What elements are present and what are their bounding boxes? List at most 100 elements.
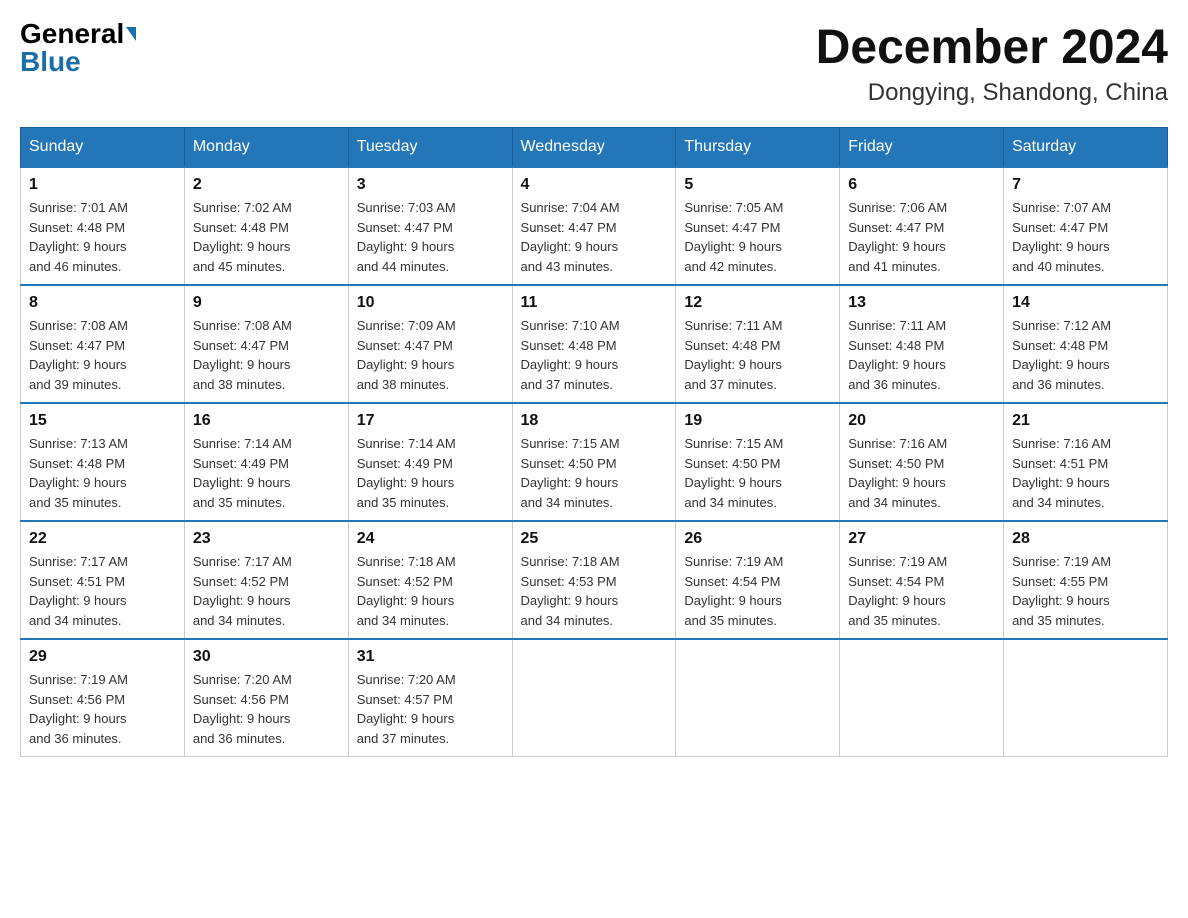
day-info: Sunrise: 7:14 AMSunset: 4:49 PMDaylight:… bbox=[357, 434, 504, 512]
week-row-2: 8 Sunrise: 7:08 AMSunset: 4:47 PMDaylight… bbox=[21, 285, 1168, 403]
day-cell-22: 22 Sunrise: 7:17 AMSunset: 4:51 PMDayligh… bbox=[21, 521, 185, 639]
day-cell-21: 21 Sunrise: 7:16 AMSunset: 4:51 PMDayligh… bbox=[1004, 403, 1168, 521]
day-info: Sunrise: 7:14 AMSunset: 4:49 PMDaylight:… bbox=[193, 434, 340, 512]
week-row-1: 1Sunrise: 7:01 AMSunset: 4:48 PMDaylight… bbox=[21, 167, 1168, 285]
day-number: 29 bbox=[29, 648, 176, 666]
day-info: Sunrise: 7:10 AMSunset: 4:48 PMDaylight:… bbox=[521, 316, 668, 394]
day-number: 8 bbox=[29, 294, 176, 312]
empty-cell bbox=[676, 639, 840, 757]
day-cell-19: 19 Sunrise: 7:15 AMSunset: 4:50 PMDayligh… bbox=[676, 403, 840, 521]
day-cell-4: 4Sunrise: 7:04 AMSunset: 4:47 PMDaylight… bbox=[512, 167, 676, 285]
day-info: Sunrise: 7:19 AMSunset: 4:54 PMDaylight:… bbox=[684, 552, 831, 630]
day-info: Sunrise: 7:16 AMSunset: 4:51 PMDaylight:… bbox=[1012, 434, 1159, 512]
location-title: Dongying, Shandong, China bbox=[816, 79, 1168, 107]
day-cell-14: 14 Sunrise: 7:12 AMSunset: 4:48 PMDayligh… bbox=[1004, 285, 1168, 403]
day-cell-15: 15 Sunrise: 7:13 AMSunset: 4:48 PMDayligh… bbox=[21, 403, 185, 521]
month-title: December 2024 bbox=[816, 20, 1168, 75]
day-info: Sunrise: 7:16 AMSunset: 4:50 PMDaylight:… bbox=[848, 434, 995, 512]
day-cell-23: 23 Sunrise: 7:17 AMSunset: 4:52 PMDayligh… bbox=[184, 521, 348, 639]
day-info: Sunrise: 7:20 AMSunset: 4:57 PMDaylight:… bbox=[357, 670, 504, 748]
day-number: 10 bbox=[357, 294, 504, 312]
weekday-header-tuesday: Tuesday bbox=[348, 128, 512, 168]
day-cell-12: 12 Sunrise: 7:11 AMSunset: 4:48 PMDayligh… bbox=[676, 285, 840, 403]
calendar-table: SundayMondayTuesdayWednesdayThursdayFrid… bbox=[20, 127, 1168, 757]
empty-cell bbox=[512, 639, 676, 757]
day-number: 9 bbox=[193, 294, 340, 312]
day-cell-30: 30Sunrise: 7:20 AMSunset: 4:56 PMDayligh… bbox=[184, 639, 348, 757]
day-info: Sunrise: 7:15 AMSunset: 4:50 PMDaylight:… bbox=[684, 434, 831, 512]
day-cell-5: 5Sunrise: 7:05 AMSunset: 4:47 PMDaylight… bbox=[676, 167, 840, 285]
day-info: Sunrise: 7:11 AMSunset: 4:48 PMDaylight:… bbox=[848, 316, 995, 394]
day-info: Sunrise: 7:12 AMSunset: 4:48 PMDaylight:… bbox=[1012, 316, 1159, 394]
day-number: 3 bbox=[357, 176, 504, 194]
day-number: 17 bbox=[357, 412, 504, 430]
day-number: 28 bbox=[1012, 530, 1159, 548]
day-cell-20: 20 Sunrise: 7:16 AMSunset: 4:50 PMDayligh… bbox=[840, 403, 1004, 521]
day-number: 16 bbox=[193, 412, 340, 430]
day-info: Sunrise: 7:08 AMSunset: 4:47 PMDaylight:… bbox=[29, 316, 176, 394]
day-info: Sunrise: 7:17 AMSunset: 4:52 PMDaylight:… bbox=[193, 552, 340, 630]
day-number: 6 bbox=[848, 176, 995, 194]
logo: General Blue bbox=[20, 20, 136, 76]
day-info: Sunrise: 7:03 AMSunset: 4:47 PMDaylight:… bbox=[357, 198, 504, 276]
day-cell-31: 31Sunrise: 7:20 AMSunset: 4:57 PMDayligh… bbox=[348, 639, 512, 757]
weekday-header-friday: Friday bbox=[840, 128, 1004, 168]
weekday-header-wednesday: Wednesday bbox=[512, 128, 676, 168]
day-number: 24 bbox=[357, 530, 504, 548]
day-info: Sunrise: 7:18 AMSunset: 4:52 PMDaylight:… bbox=[357, 552, 504, 630]
day-number: 4 bbox=[521, 176, 668, 194]
day-info: Sunrise: 7:15 AMSunset: 4:50 PMDaylight:… bbox=[521, 434, 668, 512]
day-cell-13: 13 Sunrise: 7:11 AMSunset: 4:48 PMDayligh… bbox=[840, 285, 1004, 403]
day-info: Sunrise: 7:07 AMSunset: 4:47 PMDaylight:… bbox=[1012, 198, 1159, 276]
day-info: Sunrise: 7:06 AMSunset: 4:47 PMDaylight:… bbox=[848, 198, 995, 276]
day-number: 27 bbox=[848, 530, 995, 548]
weekday-header-monday: Monday bbox=[184, 128, 348, 168]
weekday-header-thursday: Thursday bbox=[676, 128, 840, 168]
day-cell-29: 29 Sunrise: 7:19 AMSunset: 4:56 PMDayligh… bbox=[21, 639, 185, 757]
day-info: Sunrise: 7:09 AMSunset: 4:47 PMDaylight:… bbox=[357, 316, 504, 394]
day-cell-17: 17 Sunrise: 7:14 AMSunset: 4:49 PMDayligh… bbox=[348, 403, 512, 521]
day-cell-10: 10 Sunrise: 7:09 AMSunset: 4:47 PMDayligh… bbox=[348, 285, 512, 403]
day-info: Sunrise: 7:05 AMSunset: 4:47 PMDaylight:… bbox=[684, 198, 831, 276]
day-number: 19 bbox=[684, 412, 831, 430]
day-number: 20 bbox=[848, 412, 995, 430]
day-info: Sunrise: 7:02 AMSunset: 4:48 PMDaylight:… bbox=[193, 198, 340, 276]
day-number: 2 bbox=[193, 176, 340, 194]
day-cell-11: 11 Sunrise: 7:10 AMSunset: 4:48 PMDayligh… bbox=[512, 285, 676, 403]
day-cell-27: 27Sunrise: 7:19 AMSunset: 4:54 PMDayligh… bbox=[840, 521, 1004, 639]
day-info: Sunrise: 7:11 AMSunset: 4:48 PMDaylight:… bbox=[684, 316, 831, 394]
day-number: 14 bbox=[1012, 294, 1159, 312]
day-number: 1 bbox=[29, 176, 176, 194]
day-number: 22 bbox=[29, 530, 176, 548]
day-cell-8: 8 Sunrise: 7:08 AMSunset: 4:47 PMDaylight… bbox=[21, 285, 185, 403]
day-info: Sunrise: 7:20 AMSunset: 4:56 PMDaylight:… bbox=[193, 670, 340, 748]
day-cell-2: 2 Sunrise: 7:02 AMSunset: 4:48 PMDaylight… bbox=[184, 167, 348, 285]
day-info: Sunrise: 7:17 AMSunset: 4:51 PMDaylight:… bbox=[29, 552, 176, 630]
weekday-header-sunday: Sunday bbox=[21, 128, 185, 168]
day-number: 26 bbox=[684, 530, 831, 548]
day-cell-16: 16 Sunrise: 7:14 AMSunset: 4:49 PMDayligh… bbox=[184, 403, 348, 521]
day-cell-9: 9Sunrise: 7:08 AMSunset: 4:47 PMDaylight… bbox=[184, 285, 348, 403]
day-number: 11 bbox=[521, 294, 668, 312]
day-cell-18: 18Sunrise: 7:15 AMSunset: 4:50 PMDayligh… bbox=[512, 403, 676, 521]
day-number: 21 bbox=[1012, 412, 1159, 430]
day-number: 23 bbox=[193, 530, 340, 548]
week-row-3: 15 Sunrise: 7:13 AMSunset: 4:48 PMDayligh… bbox=[21, 403, 1168, 521]
week-row-4: 22 Sunrise: 7:17 AMSunset: 4:51 PMDayligh… bbox=[21, 521, 1168, 639]
day-cell-28: 28 Sunrise: 7:19 AMSunset: 4:55 PMDayligh… bbox=[1004, 521, 1168, 639]
day-number: 7 bbox=[1012, 176, 1159, 194]
day-number: 12 bbox=[684, 294, 831, 312]
title-area: December 2024 Dongying, Shandong, China bbox=[816, 20, 1168, 107]
day-number: 13 bbox=[848, 294, 995, 312]
day-info: Sunrise: 7:19 AMSunset: 4:56 PMDaylight:… bbox=[29, 670, 176, 748]
day-cell-3: 3 Sunrise: 7:03 AMSunset: 4:47 PMDaylight… bbox=[348, 167, 512, 285]
logo-triangle-icon bbox=[126, 27, 136, 41]
day-info: Sunrise: 7:19 AMSunset: 4:55 PMDaylight:… bbox=[1012, 552, 1159, 630]
week-row-5: 29 Sunrise: 7:19 AMSunset: 4:56 PMDayligh… bbox=[21, 639, 1168, 757]
empty-cell bbox=[840, 639, 1004, 757]
logo-blue-text: Blue bbox=[20, 48, 81, 76]
day-cell-26: 26 Sunrise: 7:19 AMSunset: 4:54 PMDayligh… bbox=[676, 521, 840, 639]
day-number: 25 bbox=[521, 530, 668, 548]
day-number: 15 bbox=[29, 412, 176, 430]
day-info: Sunrise: 7:13 AMSunset: 4:48 PMDaylight:… bbox=[29, 434, 176, 512]
